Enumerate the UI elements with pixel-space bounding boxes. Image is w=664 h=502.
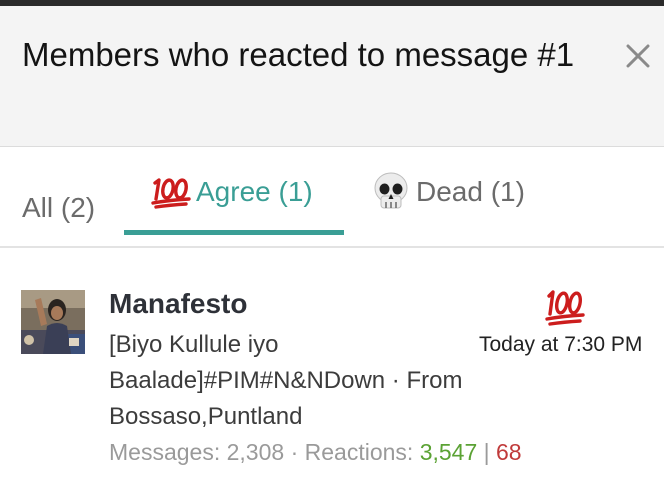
tab-agree[interactable]: Agree (1) xyxy=(150,170,313,214)
reactions-divider: | xyxy=(483,439,490,465)
dialog-title: Members who reacted to message #1 xyxy=(22,36,575,73)
member-title-line-3: Bossaso,Puntland xyxy=(109,403,303,430)
member-stats: Messages: 2,308 · Reactions: 3,547 | 68 xyxy=(109,439,522,466)
tab-agree-label: Agree (1) xyxy=(196,176,313,207)
tabs-divider xyxy=(0,246,664,248)
dialog-header: Members who reacted to message #1 xyxy=(0,6,664,146)
active-tab-indicator xyxy=(124,230,344,235)
tab-all-label: All (2) xyxy=(22,192,96,223)
reaction-time: Today at 7:30 PM xyxy=(479,333,643,356)
reactions-negative: 68 xyxy=(496,439,522,465)
avatar[interactable] xyxy=(21,290,85,354)
member-title-line-2: Baalade]#PIM#N&NDown · From xyxy=(109,367,463,394)
tab-dead[interactable]: Dead (1) xyxy=(370,170,525,214)
hundred-points-icon xyxy=(150,175,192,209)
stats-dot: · xyxy=(290,439,299,465)
header-divider xyxy=(0,146,664,147)
member-title-line-1: [Biyo Kullule iyo xyxy=(109,331,279,358)
skull-icon xyxy=(370,170,412,214)
reaction-hundred-points-icon xyxy=(544,287,586,327)
reactions-positive: 3,547 xyxy=(419,439,478,465)
messages-label: Messages: xyxy=(109,439,221,465)
tab-all[interactable]: All (2) xyxy=(22,186,95,230)
tab-dead-label: Dead (1) xyxy=(416,176,525,207)
reactions-label: Reactions: xyxy=(304,439,414,465)
messages-count: 2,308 xyxy=(226,439,285,465)
member-name[interactable]: Manafesto xyxy=(109,288,247,320)
close-icon[interactable] xyxy=(622,40,654,72)
